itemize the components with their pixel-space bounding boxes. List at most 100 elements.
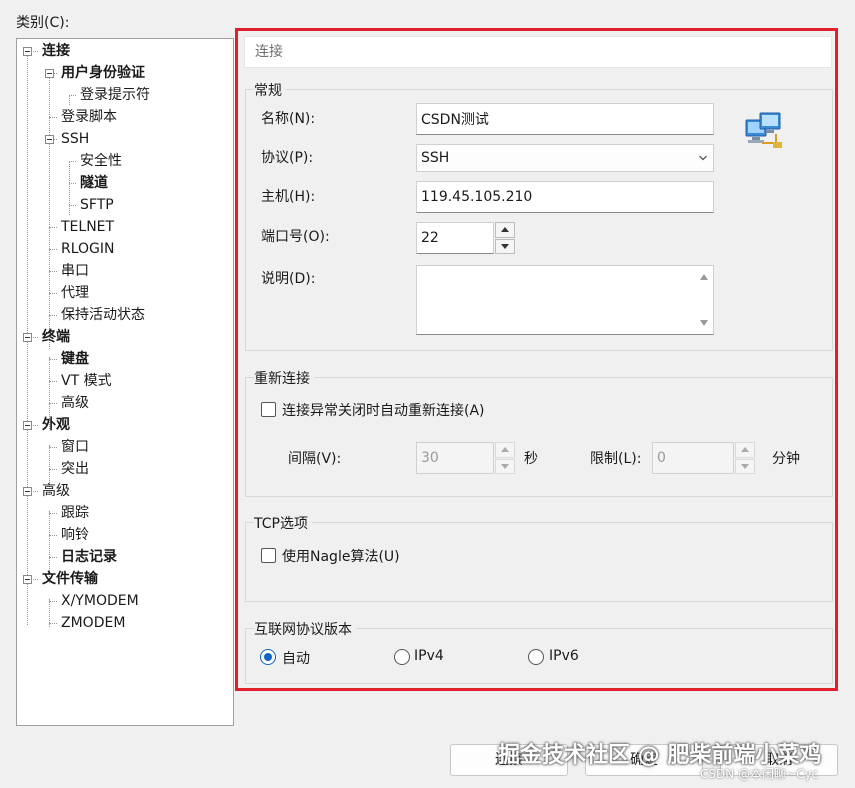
tree-item-advanced[interactable]: 高级 xyxy=(61,392,89,414)
category-tree[interactable]: 连接 用户身份验证 登录提示符 登录脚本 SSH 安全性 隧道 SFTP TELNET RLOGI… xyxy=(16,38,234,726)
tree-item-sftp[interactable]: SFTP xyxy=(80,194,114,216)
limit-input[interactable] xyxy=(652,442,734,474)
desc-label: 说明(D): xyxy=(261,271,316,287)
collapse-toggle-icon[interactable] xyxy=(45,69,54,78)
collapse-toggle-icon[interactable] xyxy=(23,575,32,584)
tree-item-keep-alive[interactable]: 保持活动状态 xyxy=(61,304,145,326)
tree-line xyxy=(49,271,57,272)
tree-item-login-prompt[interactable]: 登录提示符 xyxy=(80,84,150,106)
host-label: 主机(H): xyxy=(261,189,316,205)
collapse-toggle-icon[interactable] xyxy=(45,135,54,144)
limit-spinner[interactable] xyxy=(735,442,755,474)
tree-item-file-transfer[interactable]: 文件传输 xyxy=(42,568,98,590)
port-down-button[interactable] xyxy=(495,238,515,254)
radio-ipv4[interactable] xyxy=(394,649,410,665)
radio-auto[interactable] xyxy=(260,649,276,665)
port-label: 端口号(O): xyxy=(261,229,330,245)
tree-item-vt-mode[interactable]: VT 模式 xyxy=(61,370,112,392)
tree-item-appearance[interactable]: 外观 xyxy=(42,414,70,436)
tree-line xyxy=(49,117,57,118)
radio-auto-label: 自动 xyxy=(282,651,310,667)
host-input[interactable] xyxy=(416,181,714,213)
limit-unit: 分钟 xyxy=(772,451,800,467)
limit-label: 限制(L): xyxy=(590,451,642,467)
tree-item-security[interactable]: 安全性 xyxy=(80,150,122,172)
tree-item-advanced-2[interactable]: 高级 xyxy=(42,480,70,502)
tree-item-ssh[interactable]: SSH xyxy=(61,128,89,150)
protocol-select[interactable]: SSH xyxy=(416,144,714,172)
name-label: 名称(N): xyxy=(261,111,316,127)
tree-item-zmodem[interactable]: ZMODEM xyxy=(61,612,125,634)
protocol-label: 协议(P): xyxy=(261,150,314,166)
tree-line xyxy=(49,249,57,250)
desc-textarea[interactable] xyxy=(416,265,714,335)
reconnect-group-title: 重新连接 xyxy=(254,368,314,388)
collapse-toggle-icon[interactable] xyxy=(23,47,32,56)
tree-line xyxy=(49,557,57,558)
tree-item-xymodem[interactable]: X/YMODEM xyxy=(61,590,139,612)
interval-up-button[interactable] xyxy=(495,442,515,458)
arrow-up-icon xyxy=(501,227,509,233)
tree-item-highlight[interactable]: 突出 xyxy=(61,458,89,480)
tree-line xyxy=(69,95,76,96)
tree-line xyxy=(49,535,57,536)
tree-line xyxy=(49,315,57,316)
tree-item-terminal[interactable]: 终端 xyxy=(42,326,70,348)
watermark-sub-text: CSDN @本闲聊~Cyc xyxy=(700,767,819,781)
arrow-up-icon xyxy=(501,447,509,453)
tree-item-bell[interactable]: 响铃 xyxy=(61,524,89,546)
tree-item-tunnel[interactable]: 隧道 xyxy=(80,172,108,194)
tree-line xyxy=(49,513,57,514)
limit-up-button[interactable] xyxy=(735,442,755,458)
tree-line xyxy=(69,205,76,206)
tree-line xyxy=(49,447,57,448)
desc-scrollbar[interactable] xyxy=(695,266,713,334)
tree-line xyxy=(49,623,57,624)
tree-line xyxy=(69,183,76,184)
name-input[interactable] xyxy=(416,103,714,135)
tree-item-proxy[interactable]: 代理 xyxy=(61,282,89,304)
category-label: 类别(C): xyxy=(16,15,70,31)
tree-line xyxy=(49,293,57,294)
tree-item-rlogin[interactable]: RLOGIN xyxy=(61,238,115,260)
limit-down-button[interactable] xyxy=(735,458,755,474)
collapse-toggle-icon[interactable] xyxy=(23,421,32,430)
port-input[interactable] xyxy=(416,222,494,254)
nagle-checkbox[interactable] xyxy=(261,548,276,563)
tree-line xyxy=(49,601,57,602)
auto-reconnect-checkbox[interactable] xyxy=(261,402,276,417)
tree-item-connection[interactable]: 连接 xyxy=(42,40,70,62)
tree-line xyxy=(69,161,70,215)
collapse-toggle-icon[interactable] xyxy=(23,333,32,342)
tree-item-login-script[interactable]: 登录脚本 xyxy=(61,106,117,128)
tree-item-telnet[interactable]: TELNET xyxy=(61,216,114,238)
tree-line xyxy=(49,227,57,228)
reconnect-group xyxy=(245,377,833,497)
tree-item-logging[interactable]: 日志记录 xyxy=(61,546,117,568)
radio-ipv4-label: IPv4 xyxy=(414,648,444,664)
port-spinner[interactable] xyxy=(495,222,515,254)
tree-line xyxy=(49,359,57,360)
interval-spinner[interactable] xyxy=(495,442,515,474)
port-up-button[interactable] xyxy=(495,222,515,238)
tree-item-window[interactable]: 窗口 xyxy=(61,436,89,458)
tree-item-user-auth[interactable]: 用户身份验证 xyxy=(61,62,145,84)
panel-title: 连接 xyxy=(244,36,832,68)
tree-line xyxy=(49,381,57,382)
radio-ipv6[interactable] xyxy=(528,649,544,665)
chevron-down-icon xyxy=(699,155,707,161)
tcp-group-title: TCP选项 xyxy=(254,513,312,533)
tree-line xyxy=(69,95,70,105)
scroll-up-icon xyxy=(700,274,708,280)
interval-down-button[interactable] xyxy=(495,458,515,474)
tree-line xyxy=(49,403,57,404)
tree-line xyxy=(49,469,57,470)
tree-line xyxy=(69,161,76,162)
collapse-toggle-icon[interactable] xyxy=(23,487,32,496)
tree-item-trace[interactable]: 跟踪 xyxy=(61,502,89,524)
tree-item-serial[interactable]: 串口 xyxy=(61,260,89,282)
tree-item-keyboard[interactable]: 键盘 xyxy=(61,348,89,370)
interval-input[interactable] xyxy=(416,442,494,474)
interval-unit: 秒 xyxy=(524,451,538,467)
auto-reconnect-label: 连接异常关闭时自动重新连接(A) xyxy=(282,403,485,419)
